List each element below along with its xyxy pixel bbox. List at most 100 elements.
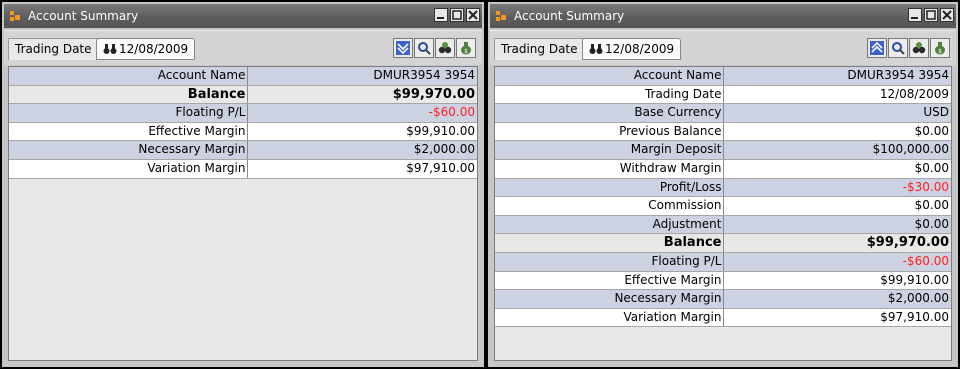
table-row[interactable]: Effective Margin $99,910.00 <box>9 122 477 142</box>
money-button[interactable]: $ <box>456 38 476 58</box>
row-value: -$30.00 <box>902 179 949 194</box>
table-row[interactable]: Margin Deposit $100,000.00 <box>495 141 951 160</box>
find-button[interactable] <box>909 38 929 58</box>
row-value: 12/08/2009 <box>879 86 949 101</box>
trading-date-value: 12/08/2009 <box>605 42 675 56</box>
table-row[interactable]: Necessary Margin $2,000.00 <box>495 290 951 309</box>
table-row[interactable]: Trading Date 12/08/2009 <box>495 85 951 105</box>
maximize-icon <box>452 10 462 20</box>
row-value: DMUR3954 3954 <box>847 68 949 82</box>
minimize-button[interactable] <box>908 8 922 22</box>
maximize-button[interactable] <box>450 8 464 22</box>
find-icon <box>912 42 926 54</box>
row-value: $0.00 <box>914 216 949 231</box>
row-label: Commission <box>495 197 725 215</box>
row-label: Balance <box>495 234 725 252</box>
close-button[interactable] <box>466 8 480 22</box>
find-icon <box>438 42 452 54</box>
window-title: Account Summary <box>514 9 625 23</box>
expand-collapse-button[interactable] <box>393 38 413 58</box>
app-window: Account Summary Trading Date 12/08/2009 … <box>0 0 960 369</box>
row-label: Account Name <box>9 67 249 85</box>
row-value: $99,910.00 <box>406 123 475 138</box>
table-row[interactable]: Floating P/L -$60.00 <box>9 104 477 123</box>
minimize-button[interactable] <box>434 8 448 22</box>
row-label: Account Name <box>495 67 725 85</box>
table-row[interactable]: Profit/Loss -$30.00 <box>495 178 951 198</box>
svg-text:$: $ <box>938 48 942 55</box>
row-value: $0.00 <box>914 198 949 213</box>
trading-date-label: Trading Date <box>494 38 585 60</box>
row-label: Effective Margin <box>495 271 725 290</box>
title-bar[interactable]: Account Summary <box>4 4 482 28</box>
expand-collapse-button[interactable] <box>867 38 887 58</box>
row-label: Floating P/L <box>495 252 725 271</box>
table-row[interactable]: Previous Balance $0.00 <box>495 122 951 142</box>
search-button[interactable] <box>888 38 908 58</box>
minimize-icon <box>911 17 918 19</box>
table-row[interactable]: Necessary Margin $2,000.00 <box>9 141 477 160</box>
row-label: Necessary Margin <box>9 141 249 159</box>
trading-date-picker[interactable]: 12/08/2009 <box>96 38 196 60</box>
row-label: Margin Deposit <box>495 141 725 159</box>
search-icon <box>892 42 905 55</box>
title-bar[interactable]: Account Summary <box>490 4 956 28</box>
row-value: $100,000.00 <box>872 142 949 157</box>
money-bag-icon: $ <box>461 42 471 55</box>
row-value: $0.00 <box>914 123 949 138</box>
app-logo-icon <box>10 11 20 21</box>
row-label: Trading Date <box>495 85 725 104</box>
money-bag-icon: $ <box>935 42 945 55</box>
account-grid: Account Name DMUR3954 3954 Balance $99,970.… <box>8 66 478 361</box>
close-icon <box>468 10 478 20</box>
table-row[interactable]: Effective Margin $99,910.00 <box>495 271 951 291</box>
money-button[interactable]: $ <box>930 38 950 58</box>
close-button[interactable] <box>940 8 954 22</box>
row-value: $99,970.00 <box>392 86 475 102</box>
table-row[interactable]: Adjustment $0.00 <box>495 215 951 235</box>
table-row[interactable]: Variation Margin $97,910.00 <box>495 308 951 328</box>
maximize-icon <box>926 10 936 20</box>
search-icon <box>418 42 431 55</box>
close-icon <box>942 10 952 20</box>
table-row[interactable]: Floating P/L -$60.00 <box>495 252 951 272</box>
row-value: DMUR3954 3954 <box>373 68 475 82</box>
table-row[interactable]: Account Name DMUR3954 3954 <box>495 67 951 86</box>
row-value: $97,910.00 <box>880 309 949 324</box>
table-row[interactable]: Balance $99,970.00 <box>9 85 477 105</box>
row-value: $2,000.00 <box>887 291 949 306</box>
table-row[interactable]: Variation Margin $97,910.00 <box>9 159 477 179</box>
row-label: Withdraw Margin <box>495 159 725 178</box>
table-row[interactable]: Commission $0.00 <box>495 197 951 216</box>
row-label: Previous Balance <box>495 122 725 141</box>
binoculars-icon <box>589 44 603 54</box>
search-button[interactable] <box>414 38 434 58</box>
expand-collapse-icon <box>870 41 884 55</box>
table-row[interactable]: Balance $99,970.00 <box>495 234 951 253</box>
table-row[interactable]: Withdraw Margin $0.00 <box>495 159 951 179</box>
maximize-button[interactable] <box>924 8 938 22</box>
row-label: Adjustment <box>495 215 725 234</box>
row-value: USD <box>923 105 949 120</box>
window-title: Account Summary <box>28 9 139 23</box>
row-value: -$60.00 <box>428 105 475 120</box>
row-value: $0.00 <box>914 160 949 175</box>
account-summary-panel-left: Account Summary Trading Date 12/08/2009 … <box>0 0 486 369</box>
row-value: $97,910.00 <box>406 160 475 175</box>
svg-text:$: $ <box>464 48 468 55</box>
row-label: Base Currency <box>495 104 725 122</box>
table-row[interactable]: Base Currency USD <box>495 104 951 123</box>
minimize-icon <box>437 17 444 19</box>
row-label: Floating P/L <box>9 104 249 122</box>
trading-date-picker[interactable]: 12/08/2009 <box>582 38 682 60</box>
account-grid: Account Name DMUR3954 3954 Trading Date 12/… <box>494 66 952 361</box>
row-label: Necessary Margin <box>495 290 725 308</box>
toolbar: Trading Date 12/08/2009 $ <box>4 30 482 65</box>
row-label: Balance <box>9 85 249 104</box>
app-logo-icon <box>496 11 506 21</box>
table-row[interactable]: Account Name DMUR3954 3954 <box>9 67 477 86</box>
find-button[interactable] <box>435 38 455 58</box>
row-label: Effective Margin <box>9 122 249 141</box>
row-value: $2,000.00 <box>413 142 475 157</box>
row-label: Variation Margin <box>495 308 725 327</box>
